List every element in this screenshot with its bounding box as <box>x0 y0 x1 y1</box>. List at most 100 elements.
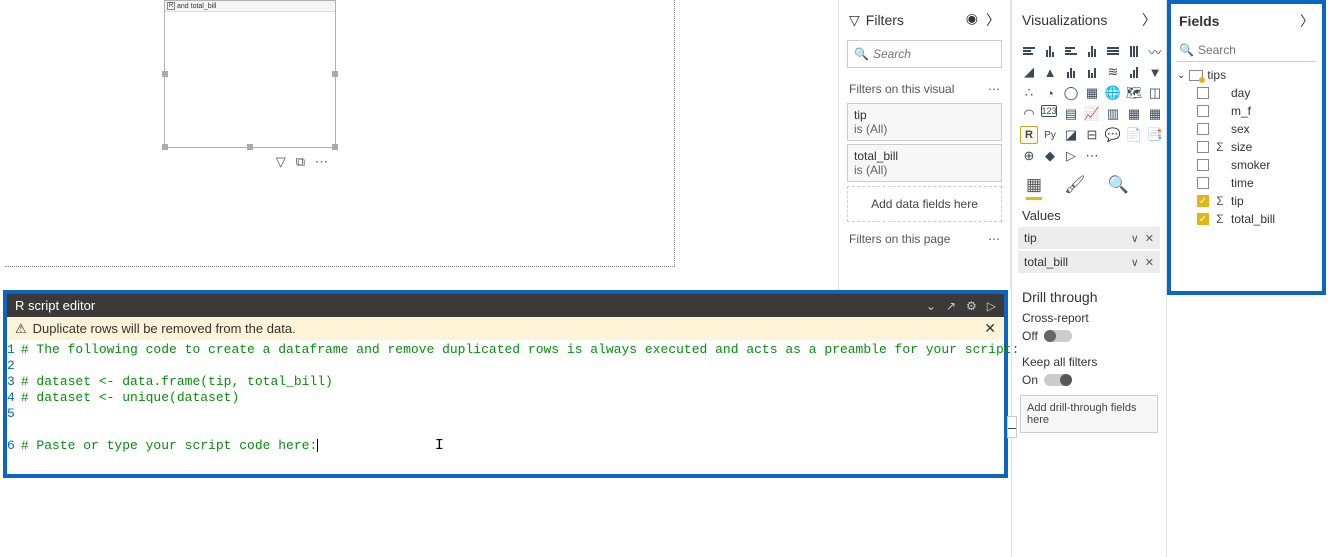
field-row-smoker[interactable]: smoker <box>1171 156 1322 174</box>
field-row-tip[interactable]: ✓Σtip <box>1171 192 1322 210</box>
field-checkbox[interactable]: ✓ <box>1197 195 1209 207</box>
viz-pie-icon[interactable]: ◔ <box>1041 84 1059 102</box>
r-editor-popout-icon[interactable]: ↗ <box>946 299 956 313</box>
field-well-remove-icon[interactable]: ✕ <box>1145 232 1154 245</box>
field-row-sex[interactable]: sex <box>1171 120 1322 138</box>
viz-key-influencers-icon[interactable]: ◪ <box>1062 126 1080 144</box>
viz-powerapps-icon[interactable]: ◆ <box>1041 147 1059 165</box>
r-code-area[interactable]: 1 2 3 4 5 6 # The following code to crea… <box>7 340 1004 474</box>
field-well-chevron-icon[interactable]: ∨ <box>1131 232 1139 245</box>
filters-collapse-icon[interactable]: 〉 <box>986 10 1000 30</box>
viz-tab-analytics-icon[interactable]: 🔍 <box>1108 175 1129 200</box>
viz-gauge-icon[interactable]: ◠ <box>1020 105 1038 123</box>
r-editor-chevron-icon[interactable]: ⌄ <box>926 299 936 313</box>
fields-search-input[interactable] <box>1198 43 1328 57</box>
viz-line-clustered-icon[interactable] <box>1083 63 1101 81</box>
warning-close-icon[interactable]: ✕ <box>984 320 996 337</box>
viz-tab-format-icon[interactable]: 🖌 <box>1064 175 1086 200</box>
viz-treemap-icon[interactable]: ▦ <box>1083 84 1101 102</box>
viz-stacked-area-icon[interactable]: ▲ <box>1041 63 1059 81</box>
fields-table-tips[interactable]: ⌄ tips <box>1171 66 1322 84</box>
viz-line-icon[interactable]: 〰 <box>1146 42 1164 60</box>
field-row-day[interactable]: day <box>1171 84 1322 102</box>
visual-focus-icon[interactable]: ⧉ <box>296 154 305 170</box>
field-checkbox[interactable] <box>1197 177 1209 189</box>
visualizations-collapse-icon[interactable]: 〉 <box>1142 10 1156 30</box>
filters-add-fields-drop[interactable]: Add data fields here <box>847 186 1002 222</box>
cross-report-switch[interactable] <box>1044 330 1072 342</box>
viz-stacked-bar-icon[interactable] <box>1020 42 1038 60</box>
viz-line-stacked-icon[interactable] <box>1062 63 1080 81</box>
viz-decomposition-icon[interactable]: ⊟ <box>1083 126 1101 144</box>
visual-more-icon[interactable]: ⋯ <box>315 154 328 170</box>
field-checkbox[interactable] <box>1197 87 1209 99</box>
r-editor-run-icon[interactable]: ▷ <box>987 299 996 313</box>
viz-100-column-icon[interactable] <box>1125 42 1143 60</box>
viz-matrix-icon[interactable]: ▦ <box>1146 105 1164 123</box>
viz-area-icon[interactable]: ◢ <box>1020 63 1038 81</box>
viz-map-icon[interactable]: 🌐 <box>1104 84 1122 102</box>
viz-waterfall-icon[interactable] <box>1125 63 1143 81</box>
filter-card-tip[interactable]: tip is (All) <box>847 103 1002 141</box>
resize-handle[interactable] <box>332 71 338 77</box>
filters-on-page-more-icon[interactable]: ⋯ <box>988 232 1000 246</box>
viz-ribbon-icon[interactable]: ≋ <box>1104 63 1122 81</box>
resize-handle[interactable] <box>247 144 253 150</box>
drill-through-fields-drop[interactable]: Add drill-through fields here <box>1020 395 1158 433</box>
field-well-total-bill[interactable]: total_bill ∨ ✕ <box>1018 251 1160 273</box>
r-visual-placeholder[interactable]: R and total_bill <box>164 0 336 148</box>
field-row-total-bill[interactable]: ✓Σtotal_bill <box>1171 210 1322 228</box>
viz-donut-icon[interactable]: ◯ <box>1062 84 1080 102</box>
filters-search[interactable]: 🔍 <box>847 40 1002 68</box>
r-code-lines[interactable]: # The following code to create a datafra… <box>17 340 1020 474</box>
viz-card-icon[interactable]: 123 <box>1041 105 1057 117</box>
viz-tab-fields-icon[interactable]: ▦ <box>1026 175 1042 200</box>
filters-search-input[interactable] <box>873 47 1030 61</box>
keep-filters-switch[interactable] <box>1044 374 1072 386</box>
viz-more-icon[interactable]: ⋯ <box>1083 147 1101 165</box>
field-checkbox[interactable] <box>1197 105 1209 117</box>
viz-slicer-icon[interactable]: ▥ <box>1104 105 1122 123</box>
viz-qa-icon[interactable]: 💬 <box>1104 126 1122 144</box>
field-well-chevron-icon[interactable]: ∨ <box>1131 256 1139 269</box>
visualizations-pane: Visualizations 〉 〰 ◢ ▲ ≋ ▼ ∴ ◔ ◯ ▦ 🌐 🗺 ◫… <box>1011 0 1167 557</box>
viz-paginated-icon[interactable]: 📑 <box>1146 126 1164 144</box>
viz-clustered-column-icon[interactable] <box>1083 42 1101 60</box>
field-checkbox[interactable]: ✓ <box>1197 213 1209 225</box>
field-checkbox[interactable] <box>1197 159 1209 171</box>
fields-collapse-icon[interactable]: 〉 <box>1300 11 1314 31</box>
viz-100-bar-icon[interactable] <box>1104 42 1122 60</box>
viz-stacked-column-icon[interactable] <box>1041 42 1059 60</box>
viz-python-icon[interactable]: Py <box>1041 126 1059 144</box>
viz-clustered-bar-icon[interactable] <box>1062 42 1080 60</box>
field-row-m-f[interactable]: m_f <box>1171 102 1322 120</box>
viz-filled-map-icon[interactable]: 🗺 <box>1125 84 1143 102</box>
viz-narrative-icon[interactable]: 📄 <box>1125 126 1143 144</box>
field-row-time[interactable]: time <box>1171 174 1322 192</box>
r-editor-collapse-handle[interactable]: – <box>1007 416 1017 438</box>
resize-handle[interactable] <box>162 144 168 150</box>
viz-shape-map-icon[interactable]: ◫ <box>1146 84 1164 102</box>
viz-funnel-icon[interactable]: ▼ <box>1146 63 1164 81</box>
resize-handle[interactable] <box>332 144 338 150</box>
filters-eye-icon[interactable]: ◉ <box>966 10 978 30</box>
field-checkbox[interactable] <box>1197 141 1209 153</box>
field-row-size[interactable]: Σsize <box>1171 138 1322 156</box>
r-editor-settings-icon[interactable]: ⚙ <box>966 299 977 313</box>
table-expand-icon[interactable]: ⌄ <box>1177 70 1185 81</box>
field-well-tip[interactable]: tip ∨ ✕ <box>1018 227 1160 249</box>
viz-arcgis-icon[interactable]: ⊕ <box>1020 147 1038 165</box>
filter-card-total-bill[interactable]: total_bill is (All) <box>847 144 1002 182</box>
field-well-remove-icon[interactable]: ✕ <box>1145 256 1154 269</box>
resize-handle[interactable] <box>162 71 168 77</box>
viz-table-icon[interactable]: ▦ <box>1125 105 1143 123</box>
field-checkbox[interactable] <box>1197 123 1209 135</box>
viz-multi-card-icon[interactable]: ▤ <box>1062 105 1080 123</box>
filters-on-visual-more-icon[interactable]: ⋯ <box>988 82 1000 96</box>
fields-search[interactable]: 🔍 <box>1177 38 1316 62</box>
viz-scatter-icon[interactable]: ∴ <box>1020 84 1038 102</box>
viz-kpi-icon[interactable]: 📈 <box>1083 105 1101 123</box>
visual-filter-icon[interactable]: ▽ <box>276 154 286 170</box>
viz-automate-icon[interactable]: ▷ <box>1062 147 1080 165</box>
viz-r-script-icon[interactable]: R <box>1020 126 1038 144</box>
